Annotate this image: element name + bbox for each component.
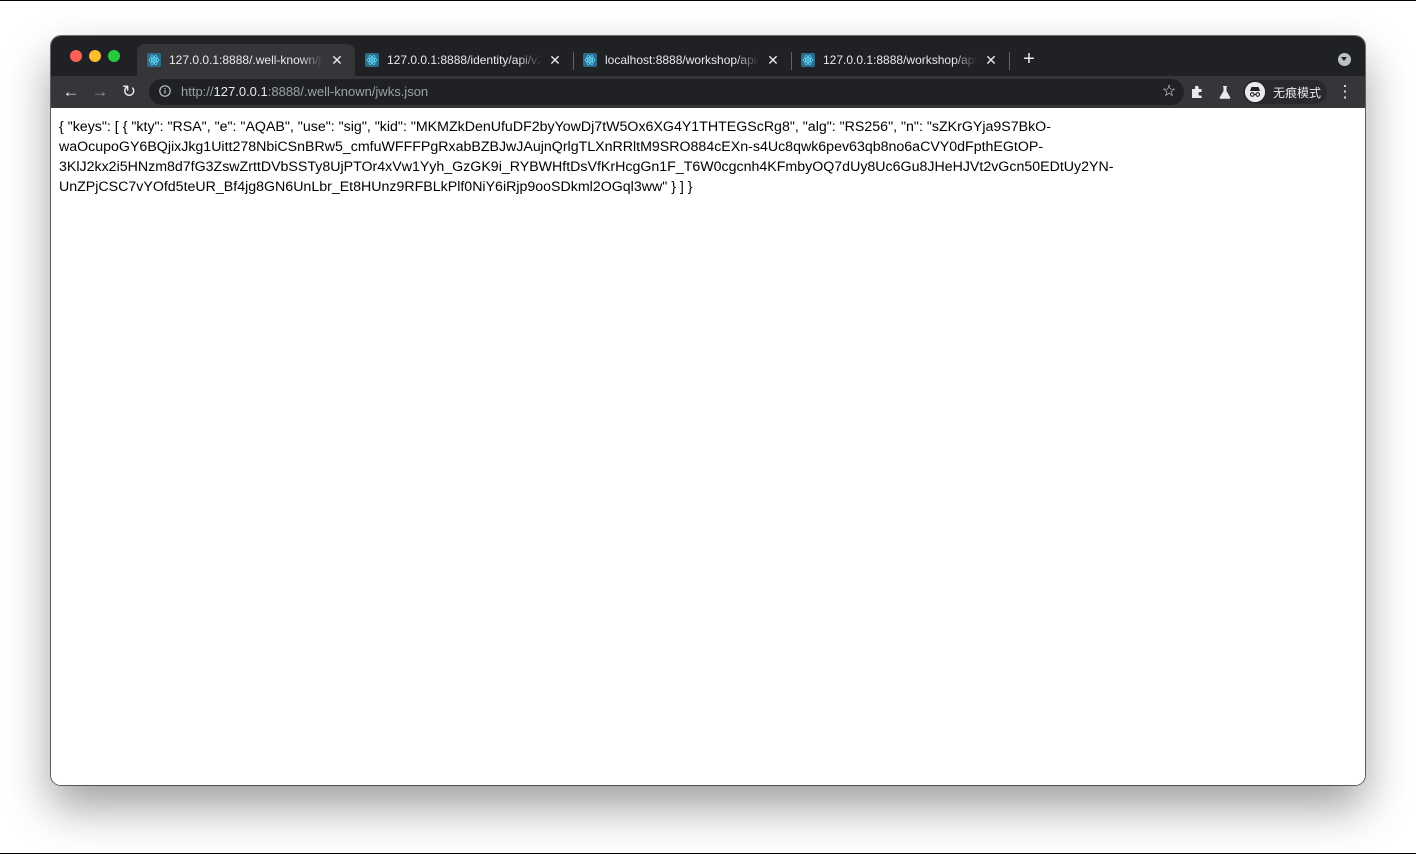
close-tab-icon[interactable]: ✕ [547, 52, 563, 68]
close-tab-icon[interactable]: ✕ [765, 52, 781, 68]
tab-title: localhost:8888/workshop/api/m [605, 53, 759, 67]
address-bar[interactable]: http://127.0.0.1:8888/.well-known/jwks.j… [149, 79, 1184, 105]
url-host: 127.0.0.1 [213, 84, 268, 99]
incognito-icon [1245, 82, 1265, 102]
extensions-puzzle-icon[interactable] [1186, 81, 1208, 103]
react-favicon-icon [147, 53, 161, 67]
react-favicon-icon [583, 53, 597, 67]
react-favicon-icon [365, 53, 379, 67]
url-scheme: http:// [181, 84, 214, 99]
new-tab-button[interactable]: + [1019, 49, 1039, 70]
browser-window: 127.0.0.1:8888/.well-known/jwks.json ✕ 1… [51, 36, 1365, 785]
url-path: :8888/.well-known/jwks.json [267, 84, 429, 99]
close-tab-icon[interactable]: ✕ [329, 52, 345, 68]
maximize-window-button[interactable] [108, 50, 120, 62]
info-icon[interactable] [159, 85, 171, 97]
tab-title: 127.0.0.1:8888/workshop/api/m [823, 53, 977, 67]
json-line: waOcupoGY6BQjixJkg1Uitt278NbiCSnBRw5_cmf… [59, 139, 1044, 155]
reload-button[interactable]: ↻ [118, 81, 140, 103]
incognito-label: 无痕模式 [1273, 85, 1322, 100]
incognito-profile-button[interactable]: 无痕模式 [1243, 80, 1327, 104]
json-line: UnZPjCSC7vYOfd5teUR_Bf4jg8GN6UnLbr_Et8HU… [59, 179, 693, 195]
close-window-button[interactable] [70, 50, 82, 62]
tab-jwks[interactable]: 127.0.0.1:8888/.well-known/jwks.json ✕ [137, 44, 355, 76]
tab-separator [1009, 52, 1010, 70]
json-line: { "keys": [ { "kty": "RSA", "e": "AQAB",… [59, 119, 1051, 135]
forward-button[interactable]: → [89, 81, 111, 103]
more-menu-button[interactable]: ⋮ [1334, 81, 1356, 103]
url-text[interactable]: http://127.0.0.1:8888/.well-known/jwks.j… [181, 84, 428, 99]
page-content: { "keys": [ { "kty": "RSA", "e": "AQAB",… [51, 108, 1365, 785]
tab-title: 127.0.0.1:8888/.well-known/jwks.json [169, 53, 323, 67]
json-line: 3KlJ2kx2i5HNzm8d7fG3ZswZrttDVbSSTy8UjPTO… [59, 159, 1114, 175]
back-button[interactable]: ← [60, 81, 82, 103]
bookmark-star-icon[interactable]: ☆ [1158, 81, 1180, 103]
tab-localhost-workshop[interactable]: localhost:8888/workshop/api/m ✕ [573, 44, 791, 76]
tab-identity-api[interactable]: 127.0.0.1:8888/identity/api/v2/ ✕ [355, 44, 573, 76]
labs-flask-icon[interactable] [1214, 81, 1236, 103]
json-body: { "keys": [ { "kty": "RSA", "e": "AQAB",… [51, 108, 1187, 197]
screen: 127.0.0.1:8888/.well-known/jwks.json ✕ 1… [0, 0, 1416, 854]
react-favicon-icon [801, 53, 815, 67]
tab-search-icon[interactable] [1338, 53, 1351, 66]
close-tab-icon[interactable]: ✕ [983, 52, 999, 68]
tab-strip: 127.0.0.1:8888/.well-known/jwks.json ✕ 1… [51, 36, 1365, 76]
tab-title: 127.0.0.1:8888/identity/api/v2/ [387, 53, 541, 67]
toolbar: ← → ↻ http://127.0.0.1:8888/.well-known/… [51, 76, 1365, 108]
tab-127-workshop[interactable]: 127.0.0.1:8888/workshop/api/m ✕ [791, 44, 1009, 76]
minimize-window-button[interactable] [89, 50, 101, 62]
